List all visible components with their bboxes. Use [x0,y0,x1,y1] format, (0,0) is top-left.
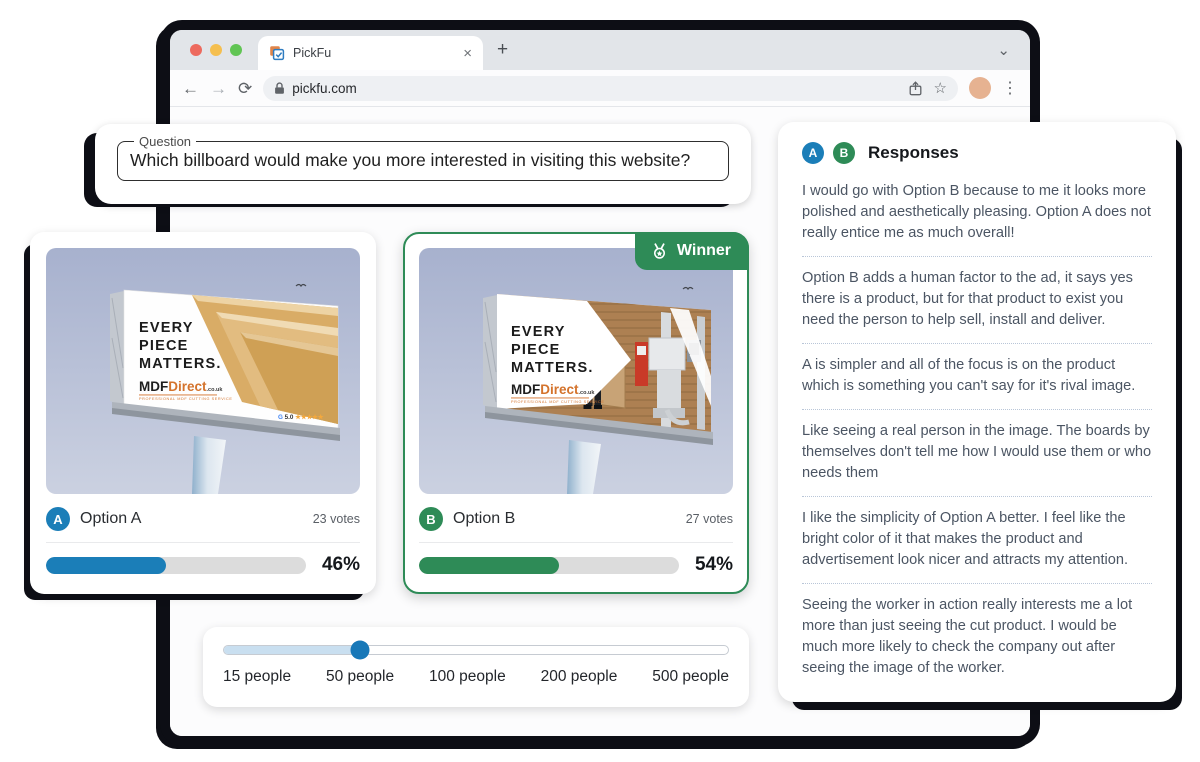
slider-label-50[interactable]: 50 people [326,668,394,686]
svg-text:PIECE: PIECE [511,342,561,358]
question-input[interactable]: Which billboard would make you more inte… [130,150,716,171]
option-b-progress-bar [419,556,679,574]
slider-handle[interactable] [350,640,370,660]
stage: PickFu × + ⌄ ← → ⟳ pickfu.com ☆ ⋮ Questi… [0,0,1200,762]
billboard-side-frame [483,295,497,410]
slider-track[interactable] [223,640,729,660]
option-a-image: EVERY PIECE MATTERS. MDFDirect.co.uk PRO… [46,248,360,494]
option-a-label: Option A [80,510,142,527]
pickfu-favicon-icon [270,46,285,61]
response-item: I like the simplicity of Option A better… [802,497,1152,584]
browser-toolbar: ← → ⟳ pickfu.com ☆ ⋮ [170,70,1030,107]
option-b-votes: 27 votes [685,512,733,526]
option-a-progress-fill [46,556,166,574]
question-card: Question Which billboard would make you … [95,124,751,204]
minimize-window-button[interactable] [210,44,222,56]
browser-tab-bar: PickFu × + ⌄ [170,30,1030,70]
billboard-image-b: EVERY PIECE MATTERS. MDFDirect.co.uk PRO… [419,248,733,494]
response-item: I would go with Option B because to me i… [802,170,1152,257]
slider-fill [224,646,361,654]
svg-text:EVERY: EVERY [139,320,194,336]
option-a-progress-bar [46,556,306,574]
slider-label-200[interactable]: 200 people [541,668,618,686]
reload-icon[interactable]: ⟳ [238,80,252,97]
response-item: Like seeing a real person in the image. … [802,410,1152,497]
option-b-card[interactable]: Winner EVERY PIECE MATTERS. MDFDirect.co… [403,232,749,594]
svg-text:MATTERS.: MATTERS. [139,356,222,372]
address-bar[interactable]: pickfu.com ☆ [263,75,958,101]
option-b-image: EVERY PIECE MATTERS. MDFDirect.co.uk PRO… [419,248,733,494]
slider-label-500[interactable]: 500 people [652,668,729,686]
billboard-image-a: EVERY PIECE MATTERS. MDFDirect.co.uk PRO… [46,248,360,494]
response-item: A is simpler and all of the focus is on … [802,344,1152,410]
address-bar-actions: ☆ [909,79,947,97]
option-a-votes: 23 votes [312,512,360,526]
bookmark-star-icon[interactable]: ☆ [934,79,947,97]
forward-icon[interactable]: → [210,80,227,97]
winner-badge: Winner [634,232,749,270]
browser-tab-pickfu[interactable]: PickFu × [258,36,483,70]
divider [46,542,360,543]
svg-text:PROFESSIONAL MDF CUTTING SERVI: PROFESSIONAL MDF CUTTING SERVICE [139,397,232,401]
slider-label-100[interactable]: 100 people [429,668,506,686]
question-field: Question Which billboard would make you … [117,134,729,181]
responses-badge-b: B [833,142,855,164]
option-b-badge: B [419,507,443,531]
lock-icon [275,81,285,94]
menu-kebab-icon[interactable]: ⋮ [1002,78,1018,98]
responses-badge-a: A [802,142,824,164]
option-b-progress-fill [419,556,560,574]
responses-title: Responses [868,143,959,162]
svg-text:PIECE: PIECE [139,338,189,354]
option-b-label: Option B [453,510,516,527]
back-icon[interactable]: ← [182,80,199,97]
svg-text:MATTERS.: MATTERS. [511,360,594,376]
maximize-window-button[interactable] [230,44,242,56]
window-controls [190,44,242,56]
tab-close-icon[interactable]: × [463,46,472,61]
close-window-button[interactable] [190,44,202,56]
winner-label: Winner [676,242,731,259]
option-b-percent: 54% [694,554,733,575]
response-item: Option B adds a human factor to the ad, … [802,257,1152,344]
response-item: Seeing the worker in action really inter… [802,597,1133,676]
slider-label-15[interactable]: 15 people [223,668,291,686]
new-tab-button[interactable]: + [497,39,508,61]
responses-panel: A B Responses I would go with Option B b… [778,122,1176,702]
option-a-card[interactable]: EVERY PIECE MATTERS. MDFDirect.co.uk PRO… [30,232,376,594]
option-a-percent: 46% [321,554,360,575]
option-a-badge: A [46,507,70,531]
tab-list-chevron-icon[interactable]: ⌄ [997,41,1010,59]
audience-slider-card: 15 people 50 people 100 people 200 peopl… [203,627,749,707]
google-rating: G 5.0 ★★★★★ [278,414,324,421]
svg-text:EVERY: EVERY [511,324,566,340]
divider [419,542,733,543]
svg-text:PROFESSIONAL MDF CUTTING SERVI: PROFESSIONAL MDF CUTTING SERVICE [511,400,604,404]
responses-list: I would go with Option B because to me i… [802,170,1152,691]
question-label: Question [139,134,192,149]
share-icon[interactable] [909,80,922,96]
profile-avatar[interactable] [969,77,991,99]
billboard-side-frame [110,291,124,406]
url-text[interactable]: pickfu.com [292,81,357,96]
tab-title: PickFu [293,46,332,60]
medal-icon [653,242,665,259]
